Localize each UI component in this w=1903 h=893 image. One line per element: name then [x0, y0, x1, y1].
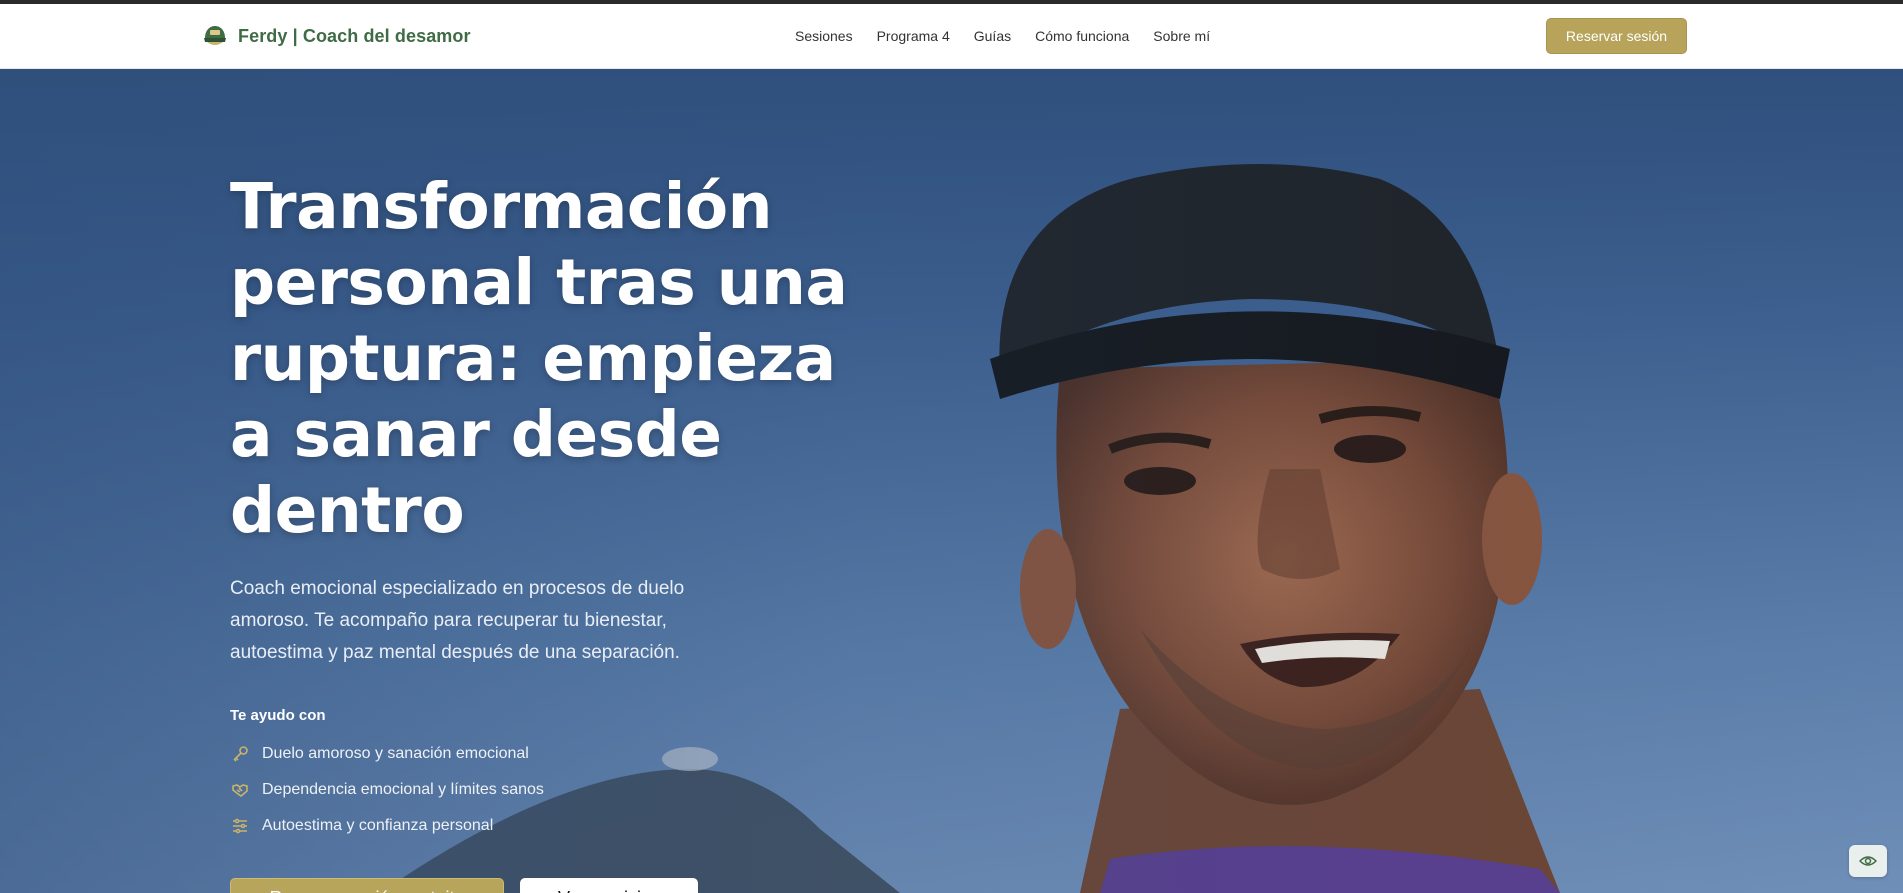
nav-sobre-mi[interactable]: Sobre mí [1153, 28, 1210, 44]
nav-sesiones[interactable]: Sesiones [795, 28, 853, 44]
help-item-text: Autoestima y confianza personal [262, 817, 494, 834]
view-services-button[interactable]: Ver servicios [520, 878, 698, 893]
hero-title: Transformación personal tras una ruptura… [230, 170, 848, 547]
hero-subtitle: Coach emocional especializado en proceso… [230, 578, 685, 663]
key-icon [230, 744, 250, 764]
nav-programa[interactable]: Programa 4 [877, 28, 950, 44]
brand[interactable]: Ferdy | Coach del desamor [202, 21, 471, 51]
nav-como-funciona[interactable]: Cómo funciona [1035, 28, 1129, 44]
help-list: Duelo amoroso y sanación emocional Depen… [230, 736, 870, 844]
main-nav: Sesiones Programa 4 Guías Cómo funciona … [795, 28, 1210, 44]
hero-section: Transformación personal tras una ruptura… [0, 69, 1903, 893]
help-title: Te ayudo con [230, 707, 326, 724]
hero-actions: Reservar sesión gratuita Ver servicios [230, 878, 870, 893]
help-item-text: Dependencia emocional y límites sanos [262, 781, 544, 798]
handshake-icon [230, 780, 250, 800]
nav-guias[interactable]: Guías [974, 28, 1011, 44]
eye-icon[interactable] [1849, 845, 1887, 877]
help-item-text: Duelo amoroso y sanación emocional [262, 745, 529, 762]
sliders-icon [230, 816, 250, 836]
book-session-button[interactable]: Reservar sesión [1546, 18, 1687, 54]
cap-icon [202, 23, 228, 49]
free-session-button[interactable]: Reservar sesión gratuita [230, 878, 504, 893]
hero-content: Transformación personal tras una ruptura… [230, 169, 870, 893]
help-item: Duelo amoroso y sanación emocional [230, 736, 870, 772]
brand-name: Ferdy | Coach del desamor [238, 25, 471, 46]
help-item: Autoestima y confianza personal [230, 808, 870, 844]
help-item: Dependencia emocional y límites sanos [230, 772, 870, 808]
site-header: Ferdy | Coach del desamor Sesiones Progr… [0, 4, 1903, 69]
